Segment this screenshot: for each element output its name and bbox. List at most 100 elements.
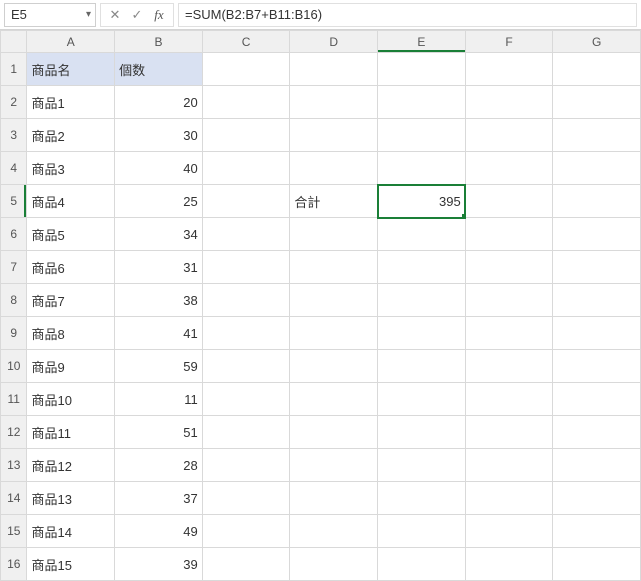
cell[interactable] <box>378 86 466 119</box>
cell[interactable] <box>465 350 553 383</box>
cell[interactable]: 49 <box>115 515 203 548</box>
cell[interactable] <box>202 185 290 218</box>
cell[interactable]: 37 <box>115 482 203 515</box>
cell[interactable] <box>290 317 378 350</box>
cell[interactable] <box>202 515 290 548</box>
cell[interactable] <box>202 350 290 383</box>
cell[interactable] <box>290 383 378 416</box>
cell[interactable] <box>290 119 378 152</box>
cell[interactable] <box>553 53 641 86</box>
col-header-F[interactable]: F <box>465 31 553 53</box>
cell[interactable] <box>378 515 466 548</box>
cell[interactable]: 28 <box>115 449 203 482</box>
cell[interactable] <box>290 86 378 119</box>
cell[interactable] <box>553 482 641 515</box>
cell[interactable] <box>378 53 466 86</box>
cell[interactable]: 商品5 <box>27 218 115 251</box>
row-header[interactable]: 15 <box>1 515 27 548</box>
cell[interactable]: 商品10 <box>27 383 115 416</box>
cell[interactable] <box>290 449 378 482</box>
row-header[interactable]: 6 <box>1 218 27 251</box>
cell[interactable]: 商品14 <box>27 515 115 548</box>
row-header[interactable]: 3 <box>1 119 27 152</box>
cell[interactable]: 商品1 <box>27 86 115 119</box>
cell[interactable] <box>465 449 553 482</box>
cell[interactable] <box>553 449 641 482</box>
fx-icon[interactable]: fx <box>149 5 169 25</box>
cell[interactable] <box>465 218 553 251</box>
cell[interactable] <box>465 317 553 350</box>
cell[interactable] <box>378 482 466 515</box>
cell[interactable]: 商品15 <box>27 548 115 581</box>
cell[interactable] <box>553 284 641 317</box>
cell[interactable] <box>378 119 466 152</box>
cell[interactable] <box>290 416 378 449</box>
cell[interactable] <box>378 416 466 449</box>
chevron-down-icon[interactable]: ▾ <box>86 9 91 20</box>
cell[interactable] <box>290 548 378 581</box>
cell[interactable] <box>465 515 553 548</box>
cancel-icon[interactable]: ✕ <box>105 5 125 25</box>
cell[interactable]: 395 <box>378 185 466 218</box>
cell[interactable] <box>553 317 641 350</box>
cell[interactable]: 59 <box>115 350 203 383</box>
cell[interactable] <box>378 317 466 350</box>
cell[interactable] <box>290 350 378 383</box>
cell[interactable]: 商品名 <box>27 53 115 86</box>
cell[interactable]: 38 <box>115 284 203 317</box>
cell[interactable]: 40 <box>115 152 203 185</box>
cell[interactable] <box>202 449 290 482</box>
cell[interactable]: 商品4 <box>27 185 115 218</box>
name-box[interactable]: E5 ▾ <box>4 3 96 27</box>
cell[interactable] <box>465 251 553 284</box>
col-header-G[interactable]: G <box>553 31 641 53</box>
row-header[interactable]: 10 <box>1 350 27 383</box>
col-header-E[interactable]: E <box>378 31 466 53</box>
cell[interactable] <box>378 152 466 185</box>
cell[interactable]: 51 <box>115 416 203 449</box>
cell[interactable]: 34 <box>115 218 203 251</box>
spreadsheet-grid[interactable]: A B C D E F G 1商品名個数2商品1203商品2304商品3405商… <box>0 30 641 581</box>
row-header[interactable]: 16 <box>1 548 27 581</box>
cell[interactable]: 商品3 <box>27 152 115 185</box>
col-header-C[interactable]: C <box>202 31 290 53</box>
cell[interactable] <box>202 548 290 581</box>
cell[interactable]: 商品8 <box>27 317 115 350</box>
cell[interactable]: 商品6 <box>27 251 115 284</box>
cell[interactable] <box>290 284 378 317</box>
row-header[interactable]: 12 <box>1 416 27 449</box>
cell[interactable] <box>378 284 466 317</box>
cell[interactable] <box>553 218 641 251</box>
row-header[interactable]: 8 <box>1 284 27 317</box>
cell[interactable] <box>202 284 290 317</box>
enter-icon[interactable]: ✓ <box>127 5 147 25</box>
cell[interactable] <box>465 185 553 218</box>
cell[interactable] <box>202 119 290 152</box>
cell[interactable] <box>378 350 466 383</box>
col-header-D[interactable]: D <box>290 31 378 53</box>
cell[interactable] <box>553 86 641 119</box>
cell[interactable]: 商品12 <box>27 449 115 482</box>
cell[interactable] <box>378 383 466 416</box>
cell[interactable] <box>290 251 378 284</box>
cell[interactable]: 11 <box>115 383 203 416</box>
cell[interactable] <box>553 515 641 548</box>
cell[interactable] <box>290 152 378 185</box>
cell[interactable] <box>465 119 553 152</box>
cell[interactable] <box>378 218 466 251</box>
cell[interactable] <box>290 218 378 251</box>
cell[interactable] <box>553 548 641 581</box>
cell[interactable] <box>202 383 290 416</box>
cell[interactable] <box>202 86 290 119</box>
row-header[interactable]: 2 <box>1 86 27 119</box>
col-header-A[interactable]: A <box>27 31 115 53</box>
cell[interactable] <box>202 416 290 449</box>
row-header[interactable]: 1 <box>1 53 27 86</box>
cell[interactable]: 合計 <box>290 185 378 218</box>
cell[interactable]: 39 <box>115 548 203 581</box>
cell[interactable] <box>465 284 553 317</box>
cell[interactable] <box>465 482 553 515</box>
cell[interactable] <box>290 53 378 86</box>
cell[interactable] <box>202 53 290 86</box>
cell[interactable] <box>465 416 553 449</box>
